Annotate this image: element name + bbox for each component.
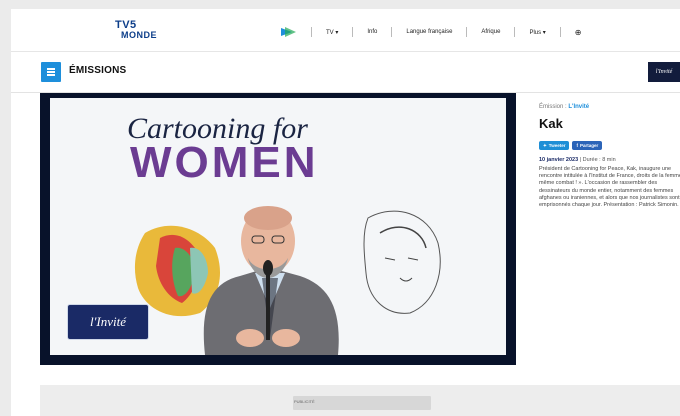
meta-separator: | <box>579 157 582 163</box>
tweet-label: Tweeter <box>548 143 566 148</box>
invite-brand-logo[interactable]: l'Invité <box>648 62 680 82</box>
logo-line2: MONDE <box>121 30 157 40</box>
nav-item-langue-francaise[interactable]: Langue française <box>406 29 452 35</box>
kicker: Émission : L'Invité <box>539 104 680 110</box>
nav-item-plus[interactable]: Plus ▾ <box>529 29 545 36</box>
article-date: 10 janvier 2023 <box>539 157 579 163</box>
article-info: Émission : L'Invité Kak ✦ Tweeter f Part… <box>539 104 680 209</box>
nav-separator <box>311 27 312 37</box>
tv5-play-icon[interactable] <box>279 26 297 38</box>
invite-badge: l'Invité <box>67 304 149 340</box>
studio-screen: Cartooning for WOMEN l'Invité <box>50 98 506 355</box>
tv5monde-logo[interactable]: TV5 MONDE <box>115 20 167 44</box>
section-title: ÉMISSIONS <box>69 65 127 76</box>
article-title: Kak <box>539 116 563 131</box>
menu-icon <box>47 74 55 76</box>
nav-menu: TV ▾ Info Langue française Afrique Plus … <box>279 25 582 39</box>
menu-icon <box>47 71 55 73</box>
nav-separator <box>352 27 354 37</box>
nav-separator <box>391 27 393 37</box>
share-buttons: ✦ Tweeter f Partager <box>539 141 680 150</box>
nav-separator <box>559 27 561 37</box>
video-player[interactable]: Cartooning for WOMEN l'Invité <box>40 93 516 365</box>
menu-icon <box>47 68 55 70</box>
menu-button[interactable] <box>41 62 61 82</box>
kicker-prefix: Émission : <box>539 104 567 110</box>
section-header: ÉMISSIONS l'Invité <box>11 52 680 93</box>
nav-separator <box>466 27 468 37</box>
article-description: Président de Cartooning for Peace, Kak, … <box>539 166 680 209</box>
share-button[interactable]: f Partager <box>572 141 603 150</box>
tweet-button[interactable]: ✦ Tweeter <box>539 141 570 150</box>
top-nav: TV5 MONDE TV ▾ Info Langue française Afr… <box>11 9 680 52</box>
ad-label: PUBLICITÉ <box>294 399 315 404</box>
article-duration: Durée : 8 min <box>582 157 616 163</box>
logo-line1: TV5 <box>115 19 137 31</box>
nav-separator <box>514 27 516 37</box>
nav-item-tv[interactable]: TV ▾ <box>326 29 338 36</box>
nav-item-afrique[interactable]: Afrique <box>481 29 500 35</box>
twitter-icon: ✦ <box>543 142 547 148</box>
facebook-icon: f <box>576 143 578 148</box>
article-meta: 10 janvier 2023 | Durée : 8 min <box>539 157 680 163</box>
nav-item-info[interactable]: Info <box>367 29 377 35</box>
share-label: Partager <box>579 143 599 148</box>
globe-icon[interactable]: ⊕ <box>575 28 582 37</box>
page: TV5 MONDE TV ▾ Info Langue française Afr… <box>11 9 680 416</box>
kicker-category[interactable]: L'Invité <box>568 104 589 110</box>
